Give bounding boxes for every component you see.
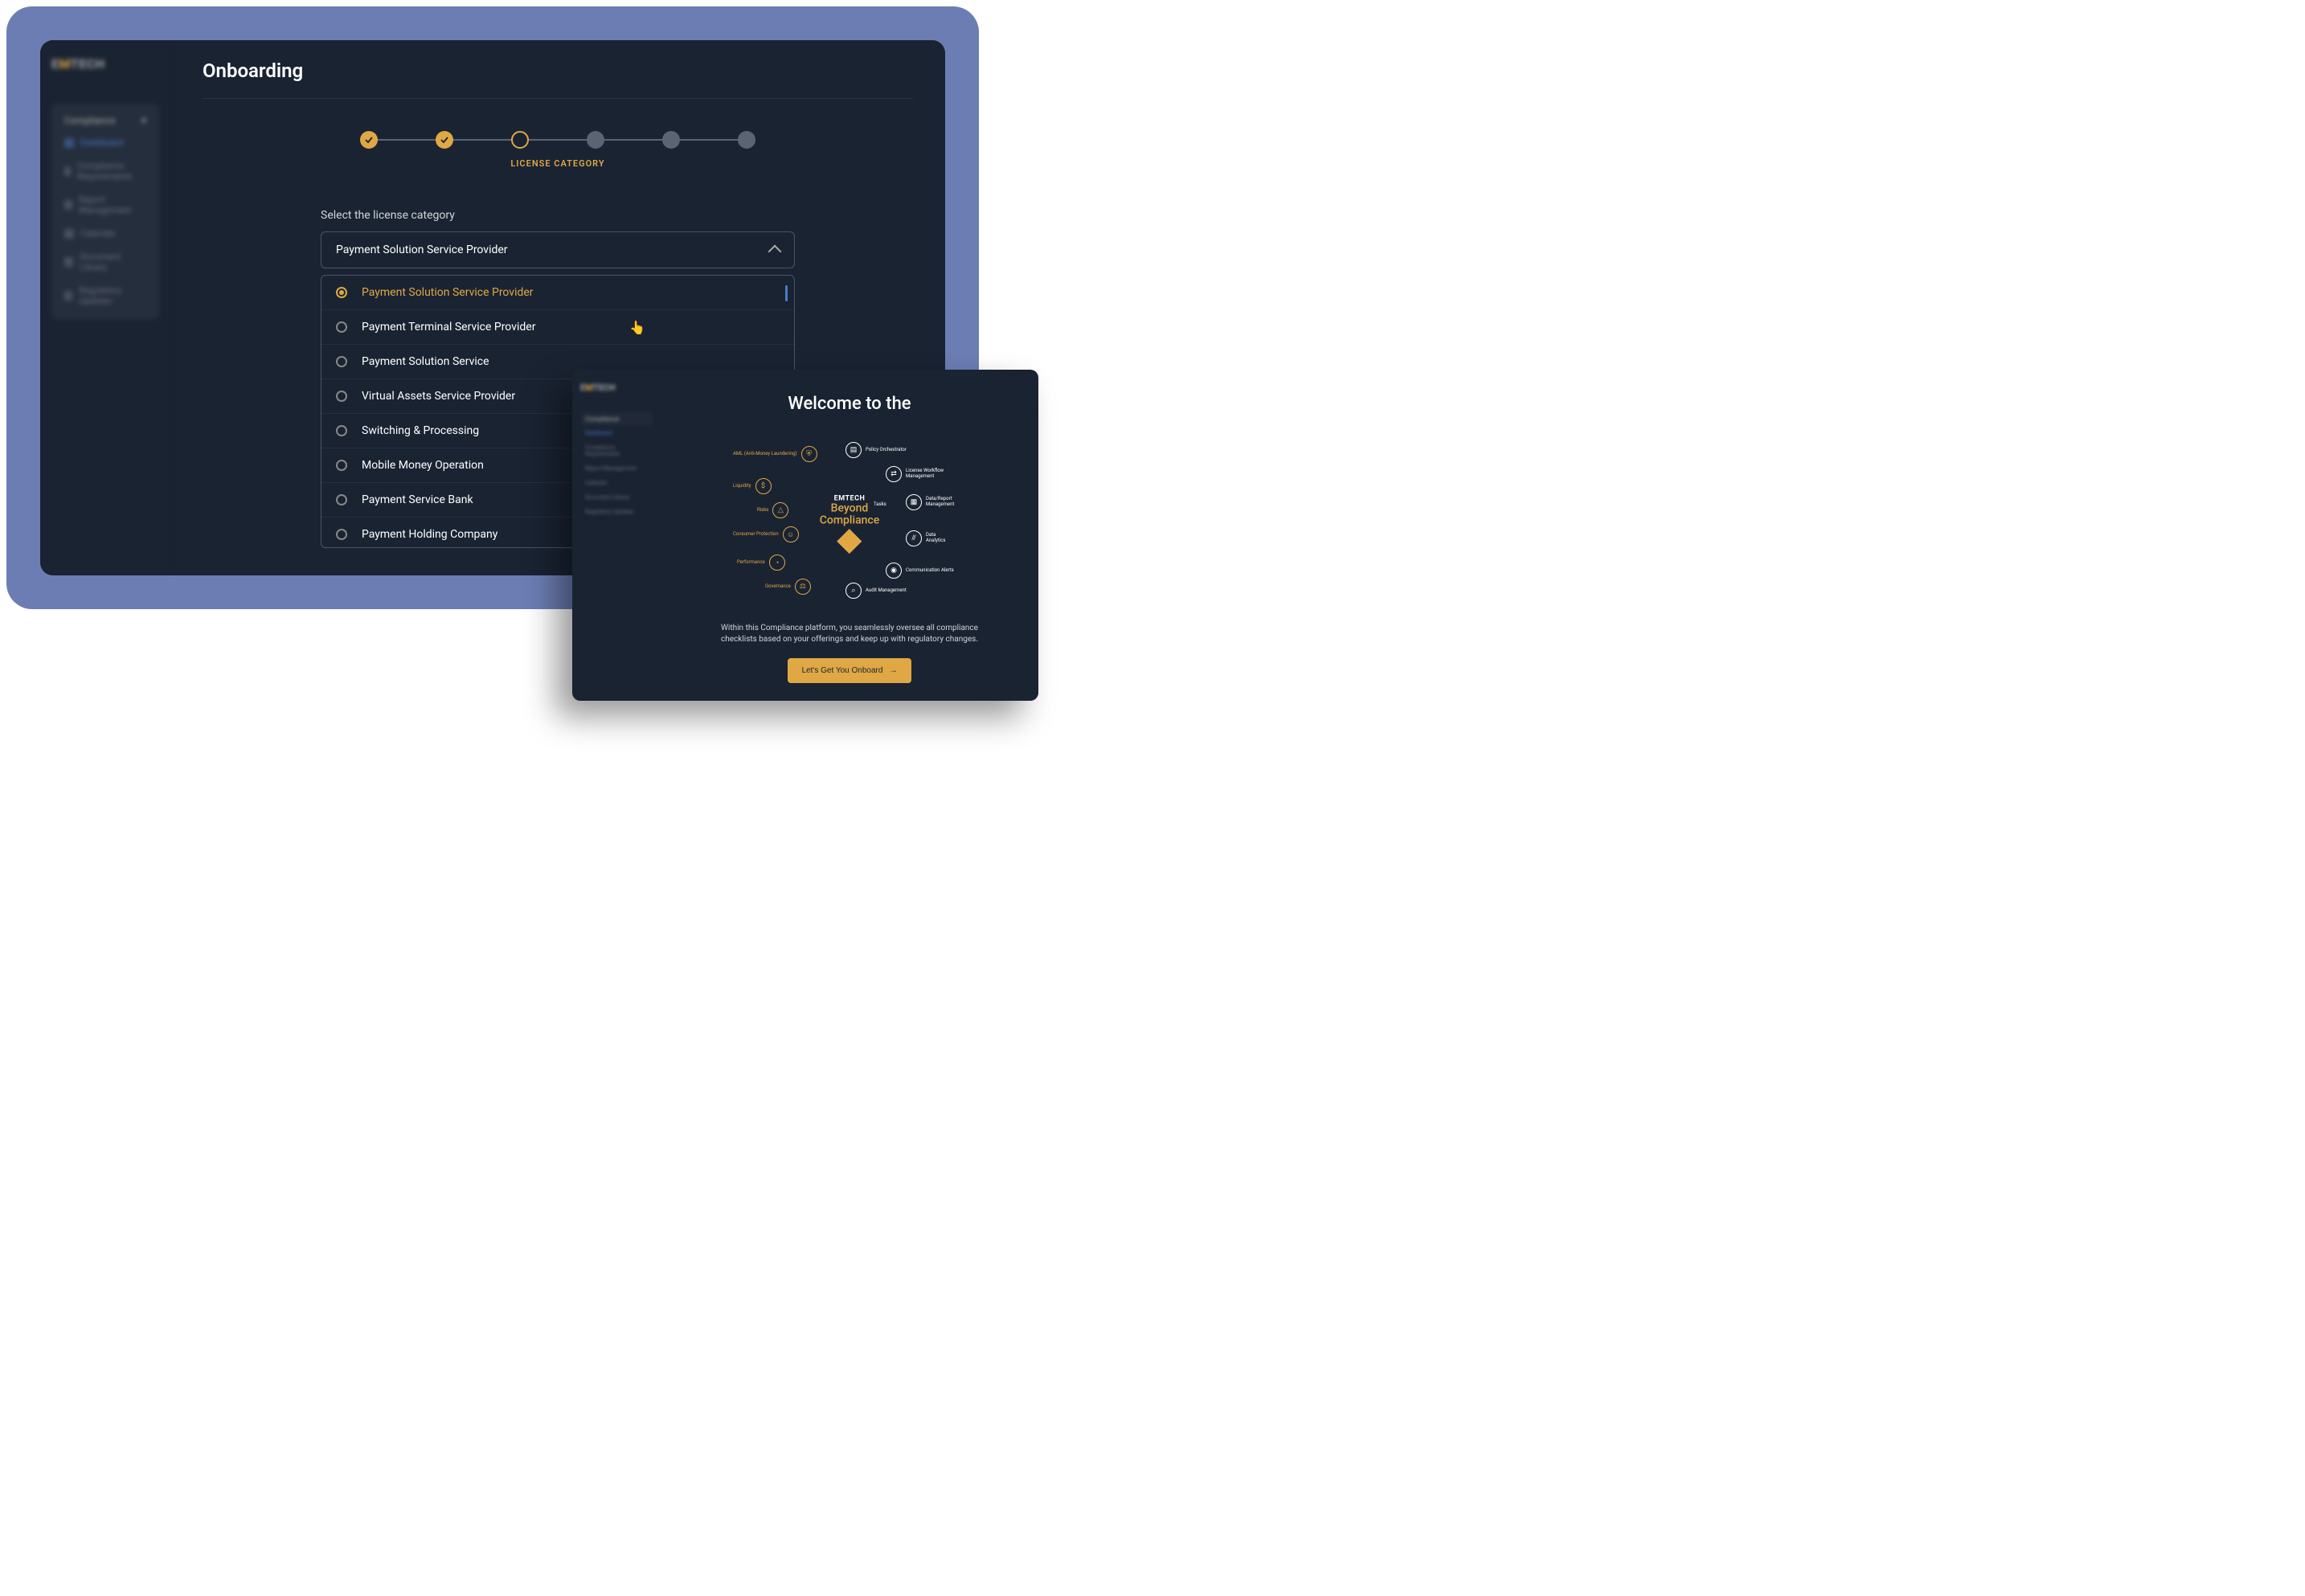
option-payment-terminal-service-provider[interactable]: Payment Terminal Service Provider bbox=[321, 310, 794, 345]
flow-icon: ⇄ bbox=[886, 466, 902, 482]
page-title: Onboarding bbox=[203, 59, 913, 99]
current-step-label: LICENSE CATEGORY bbox=[203, 158, 913, 169]
nav-section: Compliance ▾ Dashboard Compliance Requir… bbox=[51, 104, 159, 319]
welcome-window: EMTECH Compliance Dashboard Compliance R… bbox=[572, 370, 1038, 701]
secondary-sidebar: EMTECH Compliance Dashboard Compliance R… bbox=[572, 370, 661, 701]
check-icon bbox=[440, 136, 448, 144]
radio-icon bbox=[336, 321, 347, 333]
ring-tasks: Tasks bbox=[874, 502, 886, 508]
sidebar-item-compliance-requirements[interactable]: Compliance Requirements bbox=[58, 154, 153, 188]
radio-icon bbox=[336, 391, 347, 402]
ring-data-analytics: ⫻ Data Analytics bbox=[906, 530, 954, 546]
sidebar-item-calendar[interactable]: Calendar bbox=[580, 476, 653, 490]
chart-icon: ⫻ bbox=[906, 530, 922, 546]
database-icon: ▦ bbox=[906, 494, 922, 510]
bell-icon bbox=[64, 291, 72, 301]
ring-aml: ⛨ AML (Anti-Money Laundering) bbox=[733, 446, 817, 462]
step-1-done bbox=[360, 131, 378, 149]
welcome-panel: Welcome to the EMTECH Beyond Compliance … bbox=[661, 370, 1038, 701]
check-icon bbox=[365, 136, 373, 144]
sidebar-item-report-management[interactable]: Report Management bbox=[580, 461, 653, 476]
welcome-title: Welcome to the bbox=[788, 394, 911, 414]
chevron-down-icon: ▾ bbox=[141, 115, 146, 126]
shield-icon: ⛨ bbox=[801, 446, 817, 462]
compliance-diagram: EMTECH Beyond Compliance ⛨ AML (Anti-Mon… bbox=[745, 438, 954, 607]
sidebar-item-document-library[interactable]: Document Library bbox=[580, 490, 653, 505]
sidebar-item-calendar[interactable]: Calendar bbox=[58, 222, 153, 245]
progress-stepper bbox=[203, 131, 913, 149]
chevron-up-icon bbox=[768, 245, 782, 259]
ring-license-workflow: ⇄ License Workflow Management bbox=[886, 466, 954, 482]
ring-policy-orchestrator: ▤ Policy Orchestrator bbox=[845, 442, 907, 458]
gauge-icon: ◔ bbox=[769, 555, 785, 571]
report-icon bbox=[64, 200, 72, 210]
radio-icon bbox=[336, 287, 347, 298]
document-icon bbox=[64, 257, 73, 267]
step-3-current bbox=[511, 131, 529, 149]
ring-performance: ◔ Performance bbox=[737, 555, 785, 571]
step-6 bbox=[738, 131, 755, 149]
app-logo: EMTECH bbox=[580, 383, 653, 393]
selected-value: Payment Solution Service Provider bbox=[336, 243, 508, 256]
search-icon: ⌕ bbox=[845, 583, 862, 599]
diagram-center: EMTECH Beyond Compliance bbox=[820, 495, 879, 550]
sidebar-item-document-library[interactable]: Document Library bbox=[58, 245, 153, 279]
sidebar-item-regulatory-updates[interactable]: Regulatory Updates bbox=[580, 505, 653, 519]
radio-icon bbox=[336, 356, 347, 367]
alert-icon: ◉ bbox=[886, 563, 902, 579]
check-icon bbox=[64, 166, 71, 176]
ring-liquidity: $ Liquidity bbox=[733, 478, 772, 494]
sidebar: EMTECH Compliance ▾ Dashboard Compliance… bbox=[40, 40, 170, 575]
radio-icon bbox=[336, 529, 347, 540]
grid-icon bbox=[64, 138, 74, 148]
diamond-icon bbox=[837, 529, 862, 554]
calendar-icon bbox=[64, 229, 74, 239]
ring-risks: △ Risks bbox=[757, 502, 788, 518]
nav-section-header[interactable]: Compliance ▾ bbox=[58, 110, 153, 131]
ring-consumer-protection: ☺ Consumer Protection bbox=[733, 526, 799, 542]
ring-governance: ⚖ Governance bbox=[765, 579, 811, 595]
ring-communication-alerts: ◉ Communication Alerts bbox=[886, 563, 954, 579]
app-logo: EMTECH bbox=[51, 56, 159, 72]
sidebar-item-dashboard[interactable]: Dashboard bbox=[580, 426, 653, 440]
nav-section-header[interactable]: Compliance bbox=[580, 412, 653, 426]
form-label: Select the license category bbox=[321, 209, 795, 222]
ring-data-report-management: ▦ Data/Report Management bbox=[906, 494, 954, 510]
step-4 bbox=[587, 131, 604, 149]
document-icon: ▤ bbox=[845, 442, 862, 458]
sidebar-item-report-management[interactable]: Report Management bbox=[58, 188, 153, 222]
radio-icon bbox=[336, 460, 347, 471]
sidebar-item-compliance-requirements[interactable]: Compliance Requirements bbox=[580, 440, 653, 461]
ring-audit-management: ⌕ Audit Management bbox=[845, 583, 907, 599]
sidebar-item-regulatory-updates[interactable]: Regulatory Updates bbox=[58, 279, 153, 313]
warning-icon: △ bbox=[772, 502, 788, 518]
arrow-right-icon bbox=[889, 666, 897, 675]
onboard-cta-button[interactable]: Let's Get You Onboard bbox=[788, 658, 912, 683]
dollar-icon: $ bbox=[755, 478, 772, 494]
step-5 bbox=[662, 131, 680, 149]
step-2-done bbox=[436, 131, 453, 149]
option-payment-solution-service-provider[interactable]: Payment Solution Service Provider bbox=[321, 276, 794, 310]
people-icon: ☺ bbox=[783, 526, 799, 542]
license-category-select[interactable]: Payment Solution Service Provider bbox=[321, 231, 795, 268]
welcome-description: Within this Compliance platform, you sea… bbox=[713, 623, 986, 645]
scales-icon: ⚖ bbox=[795, 579, 811, 595]
radio-icon bbox=[336, 494, 347, 505]
radio-icon bbox=[336, 425, 347, 436]
sidebar-item-dashboard[interactable]: Dashboard bbox=[58, 131, 153, 154]
scrollbar[interactable] bbox=[785, 285, 788, 301]
